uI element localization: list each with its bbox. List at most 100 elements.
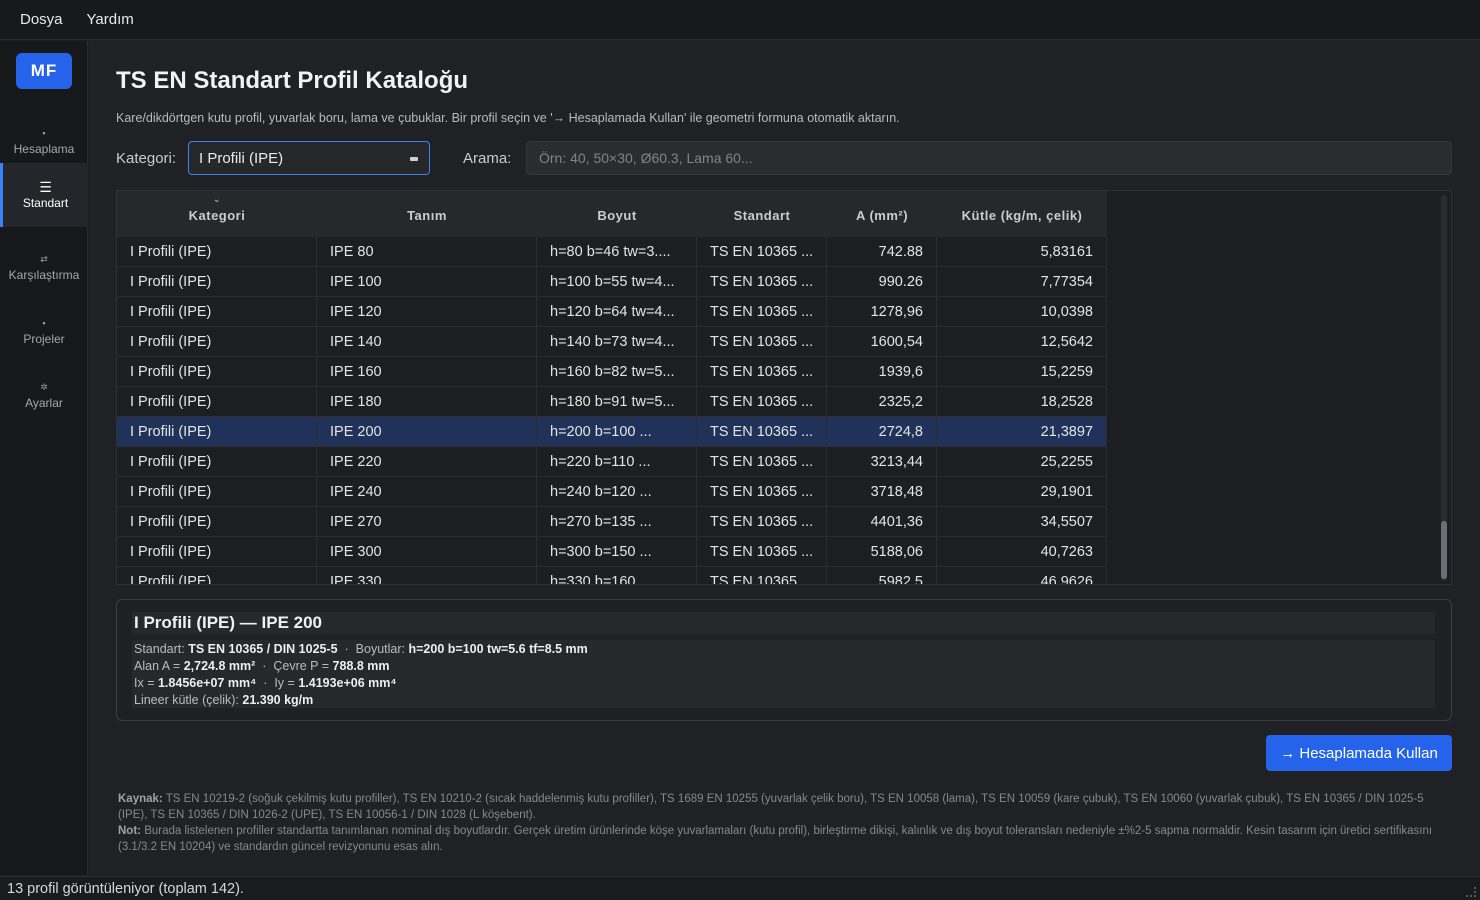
table-row[interactable]: I Profili (IPE) IPE 120 h=120 b=64 tw=4...… bbox=[117, 297, 1107, 327]
detail-dims-value: h=200 b=100 tw=5.6 tf=8.5 mm bbox=[408, 642, 588, 656]
table-cell: 25,2255 bbox=[937, 447, 1107, 477]
gear-icon: ✲ bbox=[40, 382, 48, 392]
table-cell: TS EN 10365 ... bbox=[697, 357, 827, 387]
column-header[interactable]: Kütle (kg/m, çelik) bbox=[937, 191, 1107, 237]
table-cell: TS EN 10365 ... bbox=[697, 477, 827, 507]
table-cell: 5,83161 bbox=[937, 237, 1107, 267]
table-cell: 18,2528 bbox=[937, 387, 1107, 417]
category-select-value: I Profili (IPE) bbox=[199, 149, 284, 167]
detail-ix-value: 1.8456e+07 mm⁴ bbox=[157, 676, 257, 690]
table-row[interactable]: I Profili (IPE) IPE 160 h=160 b=82 tw=5...… bbox=[117, 357, 1107, 387]
detail-iy-value: 1.4193e+06 mm⁴ bbox=[298, 676, 397, 690]
table-cell: 10,0398 bbox=[937, 297, 1107, 327]
table-cell: I Profili (IPE) bbox=[117, 267, 317, 297]
table-cell: h=270 b=135 ... bbox=[537, 507, 697, 537]
table-cell: TS EN 10365 ... bbox=[697, 297, 827, 327]
table-cell: h=200 b=100 ... bbox=[537, 417, 697, 447]
detail-inertia-line: Ix = 1.8456e+07 mm⁴ · Iy = 1.4193e+06 mm… bbox=[134, 676, 397, 690]
table-cell: 2325,2 bbox=[827, 387, 937, 417]
table-cell: I Profili (IPE) bbox=[117, 237, 317, 267]
table-cell: 3213,44 bbox=[827, 447, 937, 477]
source-notes: Kaynak: TS EN 10219-2 (soğuk çekilmiş ku… bbox=[118, 791, 1448, 855]
status-bar: 13 profil görüntüleniyor (toplam 142). bbox=[0, 876, 1480, 900]
table-row[interactable]: I Profili (IPE) IPE 330 h=330 b=160 ... TS … bbox=[117, 567, 1107, 584]
table-cell: TS EN 10365 ... bbox=[697, 387, 827, 417]
table-cell: 46,9626 bbox=[937, 567, 1107, 584]
table-cell: h=240 b=120 ... bbox=[537, 477, 697, 507]
table-row[interactable]: I Profili (IPE) IPE 270 h=270 b=135 ... TS … bbox=[117, 507, 1107, 537]
table-cell: 12,5642 bbox=[937, 327, 1107, 357]
resize-grip-icon[interactable] bbox=[1466, 887, 1476, 897]
column-header[interactable]: A (mm²) bbox=[827, 191, 937, 237]
table-cell: IPE 240 bbox=[317, 477, 537, 507]
table-cell: IPE 120 bbox=[317, 297, 537, 327]
table-row[interactable]: I Profili (IPE) IPE 300 h=300 b=150 ... TS … bbox=[117, 537, 1107, 567]
search-label: Arama: bbox=[463, 150, 512, 167]
list-icon: ☰ bbox=[39, 179, 52, 195]
table-cell: I Profili (IPE) bbox=[117, 327, 317, 357]
table-cell: I Profili (IPE) bbox=[117, 447, 317, 477]
search-input[interactable] bbox=[526, 141, 1452, 175]
table-cell: 5982,5 bbox=[827, 567, 937, 584]
app-logo: MF bbox=[16, 53, 72, 89]
table-cell: h=220 b=110 ... bbox=[537, 447, 697, 477]
table-cell: I Profili (IPE) bbox=[117, 357, 317, 387]
sidebar-item-standart[interactable]: ☰ Standart bbox=[0, 163, 88, 227]
table-cell: 3718,48 bbox=[827, 477, 937, 507]
column-header[interactable]: Kategori ⌄ bbox=[117, 191, 317, 237]
table-row[interactable]: I Profili (IPE) IPE 180 h=180 b=91 tw=5...… bbox=[117, 387, 1107, 417]
disclaimer-note: Not: Burada listelenen profiller standar… bbox=[118, 825, 1433, 853]
sidebar-item-projeler[interactable]: ▪ Projeler bbox=[0, 299, 88, 363]
sidebar: MF ▪ Hesaplama ☰ Standart ⇄ Karşılaştırm… bbox=[0, 41, 88, 875]
table-body: I Profili (IPE) IPE 80 h=80 b=46 tw=3.... T… bbox=[117, 237, 1107, 584]
table-scrollbar-thumb[interactable] bbox=[1441, 521, 1447, 579]
column-header[interactable]: Boyut bbox=[537, 191, 697, 237]
compare-icon: ⇄ bbox=[40, 254, 48, 264]
table-cell: TS EN 10365 ... bbox=[697, 237, 827, 267]
table-cell: 34,5507 bbox=[937, 507, 1107, 537]
table-cell: 4401,36 bbox=[827, 507, 937, 537]
column-header-label: Tanım bbox=[407, 207, 447, 223]
table-cell: IPE 180 bbox=[317, 387, 537, 417]
table-row[interactable]: I Profili (IPE) IPE 80 h=80 b=46 tw=3.... T… bbox=[117, 237, 1107, 267]
sidebar-item-label: Ayarlar bbox=[25, 396, 63, 410]
column-header-label: Standart bbox=[733, 207, 791, 223]
table-row[interactable]: I Profili (IPE) IPE 200 h=200 b=100 ... TS … bbox=[117, 417, 1107, 447]
sidebar-item-karsilastirma[interactable]: ⇄ Karşılaştırma bbox=[0, 235, 88, 299]
table-row[interactable]: I Profili (IPE) IPE 140 h=140 b=73 tw=4...… bbox=[117, 327, 1107, 357]
column-header-label: Kütle (kg/m, çelik) bbox=[961, 207, 1083, 223]
table-cell: I Profili (IPE) bbox=[117, 297, 317, 327]
table-cell: 2724,8 bbox=[827, 417, 937, 447]
sidebar-item-label: Standart bbox=[22, 196, 69, 210]
column-header[interactable]: Standart bbox=[697, 191, 827, 237]
table-row[interactable]: I Profili (IPE) IPE 100 h=100 b=55 tw=4...… bbox=[117, 267, 1107, 297]
table-cell: IPE 270 bbox=[317, 507, 537, 537]
table-cell: 15,2259 bbox=[937, 357, 1107, 387]
sidebar-item-label: Hesaplama bbox=[13, 142, 75, 156]
column-header[interactable]: Tanım bbox=[317, 191, 537, 237]
table-cell: 742.88 bbox=[827, 237, 937, 267]
detail-standard-line: Standart: TS EN 10365 / DIN 1025-5 · Boy… bbox=[134, 642, 588, 656]
detail-perimeter-value: 788.8 mm bbox=[332, 659, 390, 673]
table-cell: IPE 100 bbox=[317, 267, 537, 297]
use-in-calculation-button[interactable]: → Hesaplamada Kullan bbox=[1266, 735, 1452, 771]
table-cell: 5188,06 bbox=[827, 537, 937, 567]
table-cell: TS EN 10365 ... bbox=[697, 327, 827, 357]
page-title: TS EN Standart Profil Kataloğu bbox=[116, 67, 469, 94]
table-cell: TS EN 10365 ... bbox=[697, 537, 827, 567]
table-cell: IPE 140 bbox=[317, 327, 537, 357]
table-header: Kategori ⌄ Tanım Boyut Standart A (mm²) Kütle … bbox=[117, 191, 1107, 237]
sidebar-item-ayarlar[interactable]: ✲ Ayarlar bbox=[0, 363, 88, 427]
menu-dosya[interactable]: Dosya bbox=[20, 11, 63, 28]
table-cell: I Profili (IPE) bbox=[117, 537, 317, 567]
category-select[interactable]: I Profili (IPE) bbox=[188, 141, 430, 175]
table-cell: 40,7263 bbox=[937, 537, 1107, 567]
menubar: Dosya Yardım bbox=[0, 0, 1480, 40]
sort-indicator-icon: ⌄ bbox=[213, 194, 222, 204]
menu-yardim[interactable]: Yardım bbox=[87, 11, 134, 28]
detail-title: I Profili (IPE) — IPE 200 bbox=[132, 612, 1435, 634]
table-cell: IPE 160 bbox=[317, 357, 537, 387]
table-row[interactable]: I Profili (IPE) IPE 220 h=220 b=110 ... TS … bbox=[117, 447, 1107, 477]
table-cell: I Profili (IPE) bbox=[117, 507, 317, 537]
table-row[interactable]: I Profili (IPE) IPE 240 h=240 b=120 ... TS … bbox=[117, 477, 1107, 507]
